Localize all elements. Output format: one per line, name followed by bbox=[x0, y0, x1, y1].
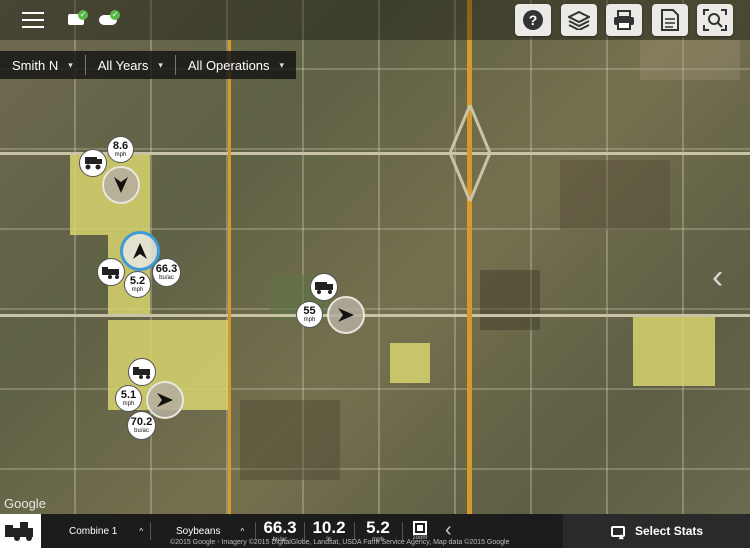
machine-selector[interactable]: Combine 1 ^ bbox=[55, 514, 145, 548]
speed-value: 5.2 bbox=[129, 274, 146, 287]
yield-unit: bu/ac bbox=[134, 427, 149, 434]
chevron-left-icon[interactable]: ‹ bbox=[712, 260, 723, 294]
divider bbox=[354, 522, 355, 540]
farm-filter[interactable]: Smith N ▾ bbox=[0, 55, 85, 75]
map-search-icon[interactable] bbox=[697, 4, 733, 36]
machine-label: Combine 1 bbox=[69, 525, 118, 537]
direction-arrow-down[interactable] bbox=[102, 166, 140, 204]
select-stats-label: Select Stats bbox=[635, 524, 704, 538]
highway bbox=[467, 0, 472, 514]
chevron-left-icon[interactable]: ‹ bbox=[445, 520, 452, 540]
chevron-down-icon: ▾ bbox=[68, 59, 73, 70]
help-icon[interactable]: ? bbox=[515, 4, 551, 36]
filter-bar: Smith N ▾ All Years ▾ All Operations ▾ bbox=[0, 51, 297, 79]
yield-value: 70.2 bbox=[130, 415, 153, 428]
divider bbox=[402, 522, 403, 540]
operations-filter-label: All Operations bbox=[187, 57, 270, 73]
field-dark bbox=[240, 400, 340, 480]
truck-icon[interactable] bbox=[310, 273, 338, 301]
google-logo: Google bbox=[4, 496, 46, 511]
stat-value: 10.2 bbox=[312, 517, 346, 537]
speed-value: 8.6 bbox=[112, 139, 129, 152]
chevron-up-icon: ^ bbox=[139, 526, 144, 536]
chevron-down-icon: ▾ bbox=[279, 59, 285, 70]
top-bar: ✓ ✓ ? bbox=[0, 0, 750, 40]
divider bbox=[255, 522, 256, 540]
stat-value: 5.2 bbox=[366, 517, 390, 537]
device-sync-icon: ✓ bbox=[68, 10, 88, 25]
yield-badge: 66.3 bu/ac bbox=[152, 258, 181, 287]
cloud-sync-icon: ✓ bbox=[99, 10, 120, 25]
field-highlight bbox=[390, 343, 430, 383]
field-dark bbox=[480, 270, 540, 330]
speed-badge: 8.6 mph bbox=[107, 136, 134, 163]
speed-value: 5.1 bbox=[120, 388, 137, 401]
yield-value: 66.3 bbox=[155, 262, 178, 275]
zoom-icon bbox=[413, 520, 427, 535]
road bbox=[0, 314, 750, 317]
direction-arrow-right[interactable] bbox=[146, 381, 184, 419]
speed-unit: mph bbox=[114, 151, 127, 158]
layers-icon[interactable] bbox=[561, 4, 597, 36]
direction-arrow-right[interactable] bbox=[327, 296, 365, 334]
hamburger-icon[interactable] bbox=[22, 12, 44, 28]
field-highlight bbox=[633, 316, 715, 386]
combine-icon[interactable] bbox=[0, 514, 41, 548]
speed-unit: mph bbox=[303, 316, 316, 323]
farm-filter-label: Smith N bbox=[12, 57, 59, 73]
speed-badge: 5.2 mph bbox=[124, 271, 151, 298]
years-filter-label: All Years bbox=[97, 57, 149, 73]
grain-cart-icon[interactable] bbox=[79, 149, 107, 177]
chevron-up-icon: ^ bbox=[240, 526, 245, 536]
field-dark bbox=[560, 160, 670, 230]
yield-badge: 70.2 bu/ac bbox=[127, 411, 156, 440]
divider bbox=[304, 522, 305, 540]
select-stats-button[interactable]: ▴ Select Stats bbox=[563, 514, 750, 548]
interchange bbox=[448, 105, 492, 202]
combine-icon[interactable] bbox=[97, 258, 125, 286]
speed-unit: mph bbox=[131, 286, 144, 293]
chevron-down-icon: ▾ bbox=[158, 59, 163, 70]
crop-label: Soybeans bbox=[176, 525, 221, 537]
print-icon[interactable] bbox=[606, 4, 642, 36]
field-light bbox=[640, 40, 740, 80]
divider bbox=[150, 522, 151, 540]
speed-value: 55 bbox=[303, 304, 316, 317]
highway bbox=[228, 40, 231, 514]
report-icon[interactable] bbox=[652, 4, 688, 36]
map-attribution: ©2015 Google - Imagery ©2015 DigitalGlob… bbox=[170, 539, 510, 546]
combine-icon[interactable] bbox=[128, 358, 156, 386]
operations-filter[interactable]: All Operations ▾ bbox=[176, 55, 296, 75]
speed-badge: 55 mph bbox=[296, 301, 323, 328]
years-filter[interactable]: All Years ▾ bbox=[86, 55, 175, 75]
yield-unit: bu/ac bbox=[159, 274, 174, 281]
speed-unit: mph bbox=[122, 400, 135, 407]
speed-badge: 5.1 mph bbox=[115, 385, 142, 412]
select-stats-icon: ▴ bbox=[611, 525, 625, 540]
stat-value: 66.3 bbox=[263, 517, 297, 537]
